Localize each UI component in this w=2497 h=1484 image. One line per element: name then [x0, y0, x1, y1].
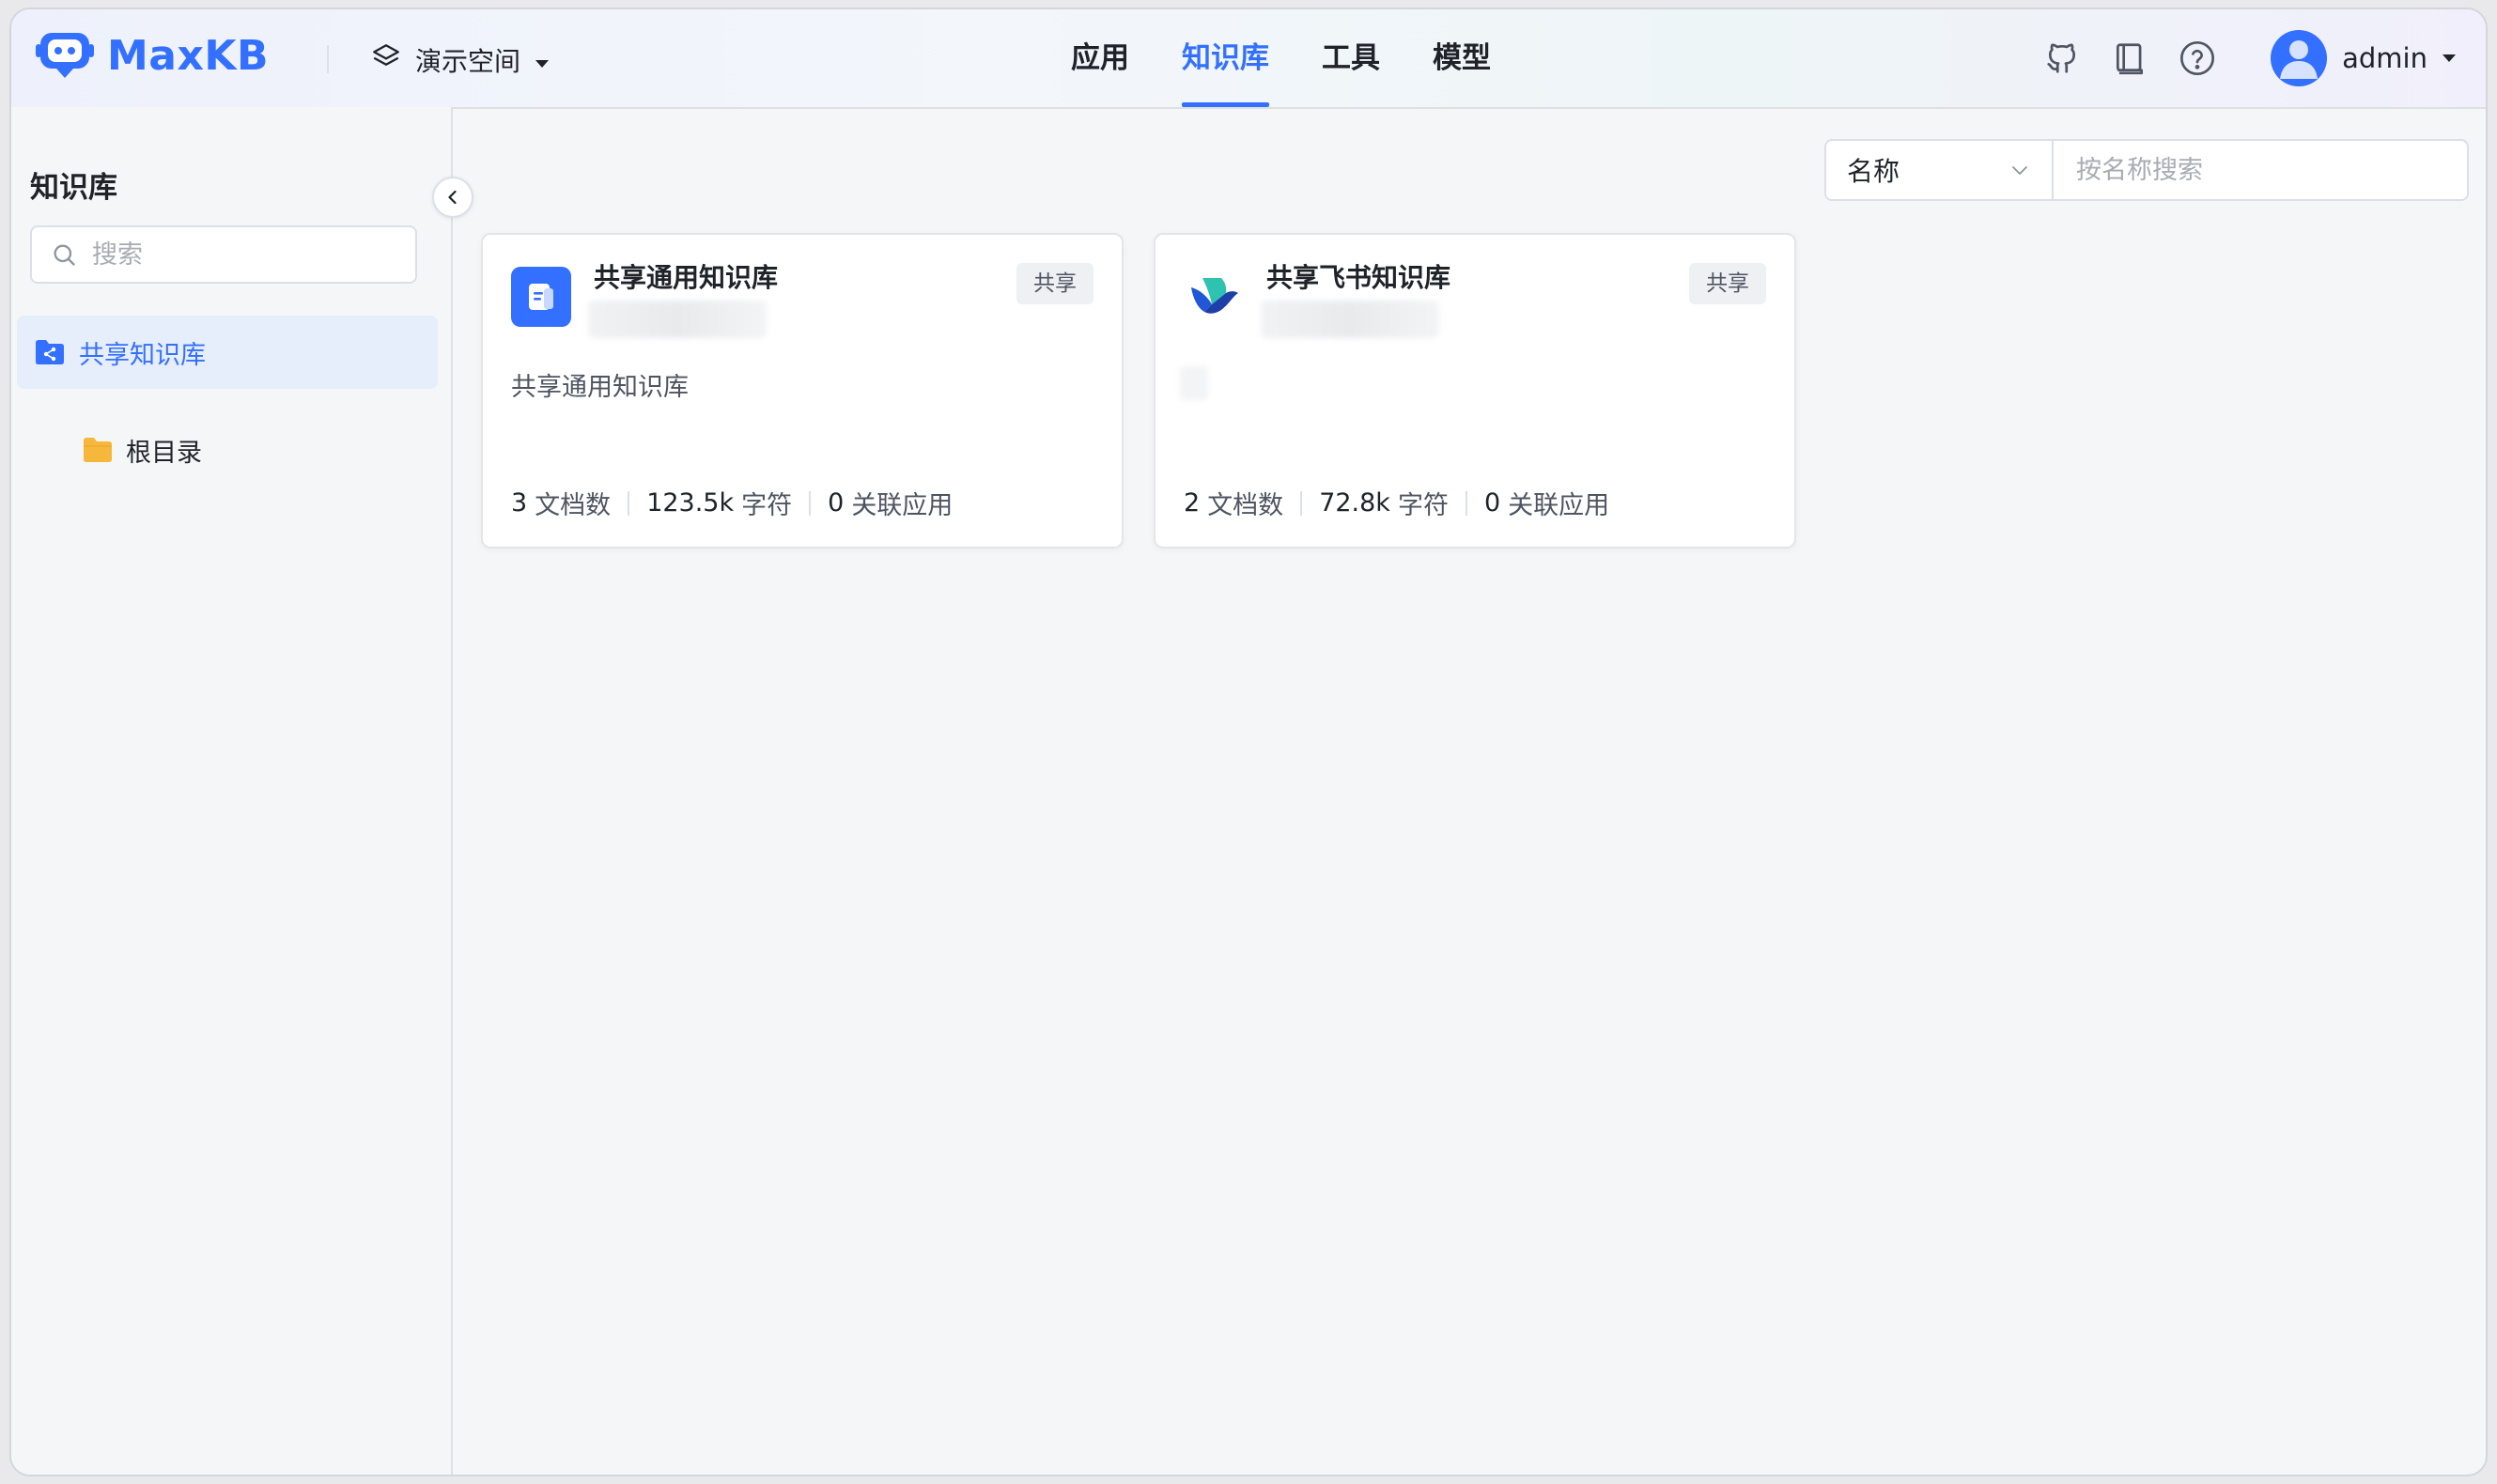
document-icon — [511, 267, 571, 327]
folder-label: 根目录 — [126, 438, 202, 468]
workspace-label: 演示空间 — [415, 46, 521, 77]
app-count-label: 关联应用 — [1508, 491, 1610, 520]
help-icon[interactable] — [2177, 38, 2218, 79]
app-name: MaxKB — [107, 31, 269, 80]
robot-logo-icon — [36, 27, 94, 84]
sidebar-title: 知识库 — [30, 171, 117, 205]
collapse-sidebar-button[interactable] — [432, 177, 473, 218]
search-icon — [51, 241, 77, 268]
app-logo[interactable]: MaxKB — [36, 26, 269, 85]
user-icon — [2271, 30, 2327, 86]
char-count-label: 字符 — [1397, 491, 1449, 520]
sidebar-item-shared-knowledge[interactable]: 共享知识库 — [17, 316, 438, 389]
app-count: 0 — [1483, 488, 1501, 518]
doc-count-label: 文档数 — [535, 491, 612, 520]
sidebar-search-input[interactable] — [90, 239, 395, 271]
nav-tab-apps[interactable]: 应用 — [1071, 9, 1129, 107]
nav-tab-tools[interactable]: 工具 — [1322, 9, 1380, 107]
char-count: 72.8k — [1319, 488, 1390, 518]
chevron-left-icon — [443, 188, 462, 207]
stat-divider — [1465, 490, 1467, 516]
app-count-label: 关联应用 — [851, 491, 954, 520]
stat-divider — [628, 490, 630, 516]
shared-folder-icon — [34, 338, 66, 366]
knowledge-card[interactable]: 共享飞书知识库 共享 2 文档数 72.8k 字符 0 关联应用 — [1154, 233, 1796, 549]
char-count: 123.5k — [646, 488, 735, 518]
card-stats: 3 文档数 123.5k 字符 0 关联应用 — [511, 485, 953, 521]
card-subtitle-redacted — [1261, 301, 1439, 338]
layers-icon — [370, 41, 402, 80]
char-count-label: 字符 — [741, 491, 793, 520]
name-search-input[interactable] — [2074, 154, 2435, 186]
sidebar-item-label: 共享知识库 — [79, 340, 206, 370]
doc-count: 3 — [511, 488, 528, 518]
doc-count-label: 文档数 — [1207, 491, 1284, 520]
card-description-redacted — [1180, 366, 1208, 400]
app-count: 0 — [828, 488, 845, 518]
sidebar-search[interactable] — [30, 225, 417, 284]
shared-tag: 共享 — [1016, 263, 1093, 304]
card-title: 共享通用知识库 — [594, 262, 779, 293]
filter-field-select[interactable]: 名称 — [1826, 141, 2054, 199]
stat-divider — [1300, 490, 1303, 516]
filter-input-wrap — [2054, 141, 2467, 199]
app-window: MaxKB 演示空间 应用 知识库 工具 模型 admin 知识库 搜索 共享知… — [9, 8, 2488, 1476]
card-description: 共享通用知识库 — [511, 373, 689, 402]
folder-icon — [83, 437, 113, 463]
sidebar-item-root-folder[interactable]: 根目录 — [83, 426, 202, 473]
chevron-down-icon — [2008, 159, 2031, 181]
sidebar: 知识库 共享知识库 — [11, 107, 453, 1475]
card-stats: 2 文档数 72.8k 字符 0 关联应用 — [1184, 485, 1609, 521]
caret-down-icon — [534, 45, 551, 76]
card-title: 共享飞书知识库 — [1266, 262, 1451, 293]
doc-count: 2 — [1184, 488, 1201, 518]
book-icon[interactable] — [2109, 38, 2150, 79]
header-actions: admin — [2015, 28, 2458, 88]
nav-tab-knowledge[interactable]: 知识库 — [1182, 9, 1269, 107]
workspace-selector[interactable]: 演示空间 — [370, 38, 551, 83]
card-subtitle-redacted — [588, 301, 767, 338]
main-nav: 应用 知识库 工具 模型 — [1071, 9, 1491, 107]
user-name[interactable]: admin — [2342, 42, 2427, 74]
filter-field-value: 名称 — [1847, 156, 1900, 187]
avatar[interactable] — [2271, 30, 2328, 86]
top-header: MaxKB 演示空间 应用 知识库 工具 模型 admin — [11, 9, 2486, 109]
github-icon[interactable] — [2041, 38, 2083, 79]
lark-icon — [1184, 267, 1244, 327]
header-divider — [327, 45, 329, 73]
nav-tab-models[interactable]: 模型 — [1433, 9, 1491, 107]
knowledge-card[interactable]: 共享通用知识库 共享 共享通用知识库 3 文档数 123.5k 字符 0 关联应… — [481, 233, 1124, 549]
stat-divider — [809, 490, 812, 516]
search-filter: 名称 — [1824, 139, 2469, 201]
user-caret-down-icon[interactable] — [2441, 50, 2458, 68]
shared-tag: 共享 — [1689, 263, 1766, 304]
